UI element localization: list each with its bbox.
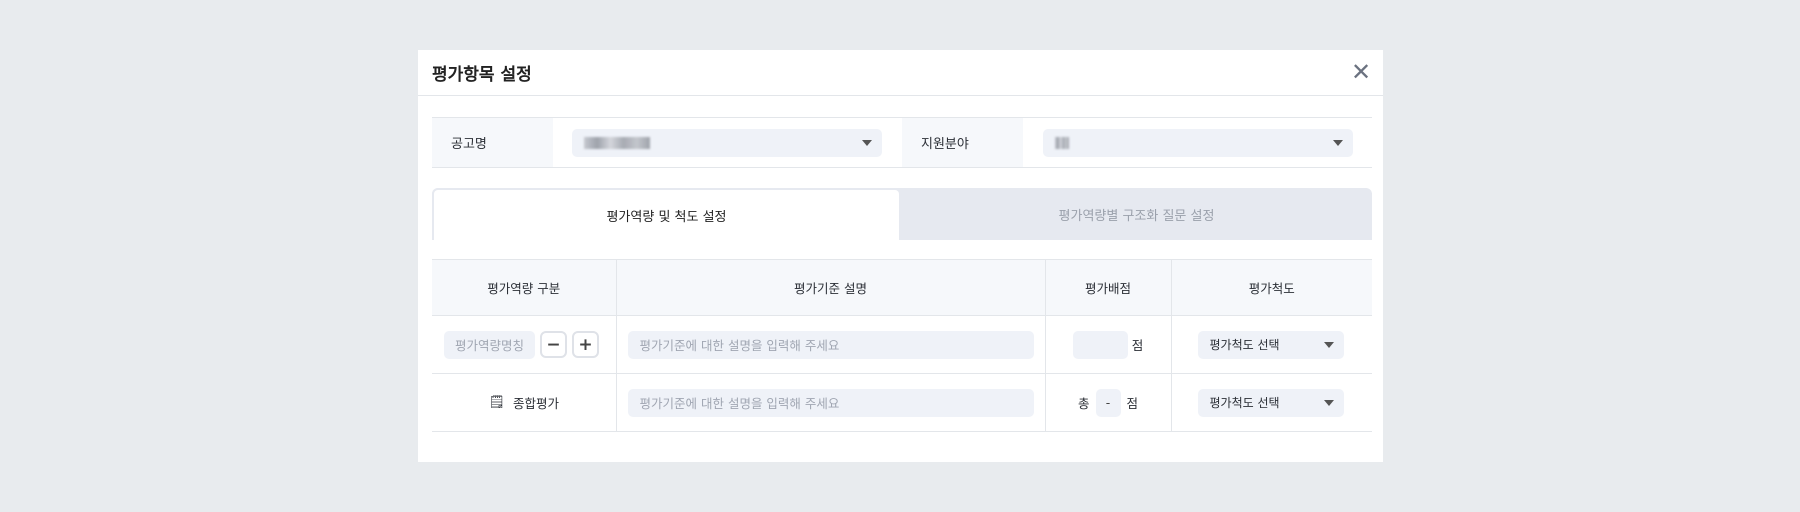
close-icon[interactable]: ✕	[1349, 60, 1373, 84]
evaluation-settings-modal: 평가항목 설정 ✕ 공고명 지원분야 평가역량 및 척도 설정 평가역량별 구조…	[418, 50, 1383, 462]
notice-select[interactable]	[572, 128, 882, 157]
table-row: 평가역량명칭 − + 평가기준에 대한 설명을 입력해 주세요 점 평가척도 선…	[432, 315, 1372, 374]
remove-row-button[interactable]: −	[540, 331, 567, 358]
total-score-value: -	[1095, 388, 1121, 417]
score-input[interactable]	[1072, 330, 1128, 359]
caret-down-icon	[862, 139, 872, 146]
score-unit: 점	[1131, 338, 1144, 353]
field-value-blurred	[1055, 136, 1069, 149]
header-score: 평가배점	[1044, 259, 1171, 316]
header-criteria: 평가기준 설명	[615, 259, 1045, 316]
scale-select-label: 평가척도 선택	[1209, 338, 1280, 352]
notice-label: 공고명	[432, 118, 553, 167]
modal-header: 평가항목 설정 ✕	[418, 50, 1383, 96]
filter-row: 공고명 지원분야	[432, 117, 1372, 168]
criteria-input[interactable]: 평가기준에 대한 설명을 입력해 주세요	[627, 388, 1034, 417]
table-header-row: 평가역량 구분 평가기준 설명 평가배점 평가척도	[432, 259, 1372, 316]
add-row-button[interactable]: +	[572, 331, 599, 358]
memo-icon: 🗒	[488, 395, 505, 410]
header-scale: 평가척도	[1170, 259, 1372, 316]
header-competency: 평가역량 구분	[432, 259, 616, 316]
tab-bar: 평가역량 및 척도 설정 평가역량별 구조화 질문 설정	[432, 188, 1372, 240]
overall-evaluation-label: 종합평가	[513, 396, 560, 411]
field-label: 지원분야	[902, 118, 1023, 167]
caret-down-icon	[1323, 399, 1334, 406]
caret-down-icon	[1323, 341, 1334, 348]
criteria-input[interactable]: 평가기준에 대한 설명을 입력해 주세요	[627, 330, 1034, 359]
scale-select-label: 평가척도 선택	[1209, 396, 1280, 410]
modal-title: 평가항목 설정	[432, 65, 532, 85]
caret-down-icon	[1333, 139, 1343, 146]
tab-competency-scale[interactable]: 평가역량 및 척도 설정	[432, 188, 901, 240]
field-select[interactable]	[1043, 128, 1353, 157]
evaluation-table: 평가역량 구분 평가기준 설명 평가배점 평가척도 평가역량명칭 − + 평가기…	[432, 259, 1372, 432]
scale-select[interactable]: 평가척도 선택	[1197, 388, 1344, 417]
total-prefix: 총	[1077, 396, 1090, 411]
score-unit: 점	[1126, 396, 1139, 411]
notice-value-blurred	[584, 136, 650, 149]
table-row: 🗒 종합평가 평가기준에 대한 설명을 입력해 주세요 총 - 점 평가척도 선…	[432, 373, 1372, 432]
competency-name-input[interactable]: 평가역량명칭	[444, 330, 535, 359]
tab-structured-questions[interactable]: 평가역량별 구조화 질문 설정	[901, 188, 1372, 240]
scale-select[interactable]: 평가척도 선택	[1197, 330, 1344, 359]
